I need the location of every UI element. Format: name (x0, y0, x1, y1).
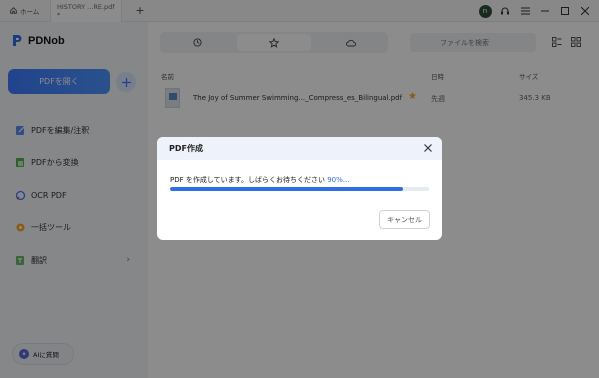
dialog-title: PDF作成 (169, 144, 203, 153)
close-icon (424, 144, 432, 152)
pdf-creation-dialog: PDF作成 PDF を作成しています。しばらくお待ちください 90%... キャ… (157, 137, 442, 240)
progress-percent: 90%... (327, 176, 350, 184)
progress-message: PDF を作成しています。しばらくお待ちください 90%... (170, 175, 349, 185)
progress-bar-fill (170, 187, 404, 191)
progress-message-text: PDF を作成しています。しばらくお待ちください (170, 176, 325, 184)
dialog-header: PDF作成 (157, 137, 442, 160)
progress-bar (170, 187, 429, 191)
dialog-close-button[interactable] (422, 142, 434, 154)
cancel-button[interactable]: キャンセル (379, 210, 430, 229)
